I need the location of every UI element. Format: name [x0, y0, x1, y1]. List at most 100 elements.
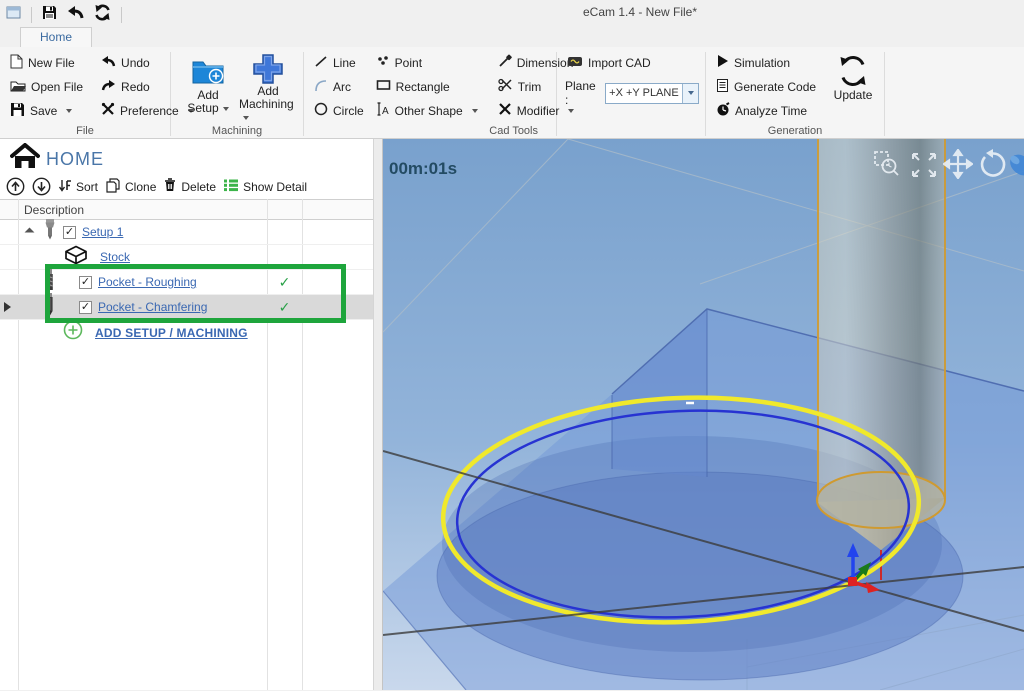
expander-icon[interactable]	[25, 227, 35, 237]
machining-group-label: Machining	[171, 125, 303, 137]
import-cad-label: Import CAD	[588, 56, 651, 70]
endmill-icon	[45, 269, 55, 296]
import-cad-button[interactable]: Import CAD	[565, 52, 699, 73]
simulation-icon	[716, 54, 729, 71]
generate-code-icon	[716, 78, 729, 96]
analyze-time-label: Analyze Time	[735, 104, 807, 118]
plane-select[interactable]: +X +Y PLANE	[605, 83, 699, 104]
sort-button[interactable]: Sort	[58, 178, 98, 196]
zoom-window-icon[interactable]	[872, 149, 902, 184]
update-icon	[837, 53, 869, 89]
stock-link[interactable]: Stock	[100, 250, 130, 264]
window-title: eCam 1.4 - New File*	[583, 5, 697, 19]
panel-splitter[interactable]	[373, 139, 383, 690]
tree-row-pocket-roughing[interactable]: ✓ Pocket - Roughing ✓	[0, 270, 373, 295]
point-label: Point	[395, 56, 422, 70]
plane-select-dropdown-icon[interactable]	[682, 84, 698, 103]
analyze-time-button[interactable]: Analyze Time	[714, 100, 818, 121]
ribbon-group-cad-tools: Line Arc Circle Point	[304, 50, 556, 138]
table-header-row: Description	[0, 199, 373, 220]
home-icon[interactable]	[10, 143, 40, 176]
ribbon-group-generation: Simulation Generate Code Analyze Time Up…	[706, 50, 884, 138]
new-file-button[interactable]: New File	[8, 52, 85, 73]
setup-checkbox[interactable]: ✓	[63, 226, 76, 239]
other-shape-label: Other Shape	[395, 104, 463, 118]
chamfer-tool-icon	[45, 293, 55, 321]
qat-separator-2	[121, 7, 122, 23]
add-setup-machining-link[interactable]: ADD SETUP / MACHINING	[95, 326, 248, 340]
qat-separator	[31, 7, 32, 23]
move-up-button[interactable]	[6, 177, 25, 196]
delete-button[interactable]: Delete	[163, 177, 216, 196]
home-header: HOME	[10, 143, 104, 176]
tree-row-setup[interactable]: ✓ Setup 1	[0, 220, 373, 245]
simulation-button[interactable]: Simulation	[714, 52, 818, 73]
open-file-button[interactable]: Open File	[8, 76, 85, 97]
save-icon[interactable]	[41, 4, 58, 26]
rectangle-button[interactable]: Rectangle	[374, 76, 480, 97]
line-button[interactable]: Line	[312, 52, 366, 73]
setup-link[interactable]: Setup 1	[82, 225, 123, 239]
simulation-label: Simulation	[734, 56, 790, 70]
viewport-3d[interactable]: 00m:01s	[383, 139, 1024, 690]
circle-button[interactable]: Circle	[312, 100, 366, 121]
cad-tools-group-label: Cad Tools	[304, 125, 556, 137]
delete-label: Delete	[181, 180, 216, 194]
svg-text:A: A	[382, 106, 389, 116]
arc-icon	[314, 79, 328, 95]
operations-table: Description ✓ Setup 1	[0, 199, 373, 690]
quick-access-toolbar	[6, 4, 122, 26]
generate-code-label: Generate Code	[734, 80, 816, 94]
pan-icon[interactable]	[943, 149, 973, 184]
tool-holder	[817, 139, 946, 580]
add-machining-button[interactable]: Add Machining	[239, 52, 297, 122]
ribbon-group-file: New File Open File Save Undo	[0, 50, 170, 138]
chamfering-checkbox[interactable]: ✓	[79, 301, 92, 314]
simulation-timer: 00m:01s	[389, 159, 457, 179]
clone-icon	[105, 177, 121, 196]
rectangle-label: Rectangle	[396, 80, 450, 94]
undo-icon	[101, 55, 116, 70]
move-down-button[interactable]	[32, 177, 51, 196]
new-file-icon	[10, 54, 23, 72]
column-header-description[interactable]: Description	[24, 200, 84, 219]
file-group-label: File	[0, 125, 170, 137]
tree-row-add-setup-machining[interactable]: ADD SETUP / MACHINING	[0, 320, 373, 345]
other-shape-caret-icon	[472, 109, 478, 113]
show-detail-button[interactable]: Show Detail	[223, 178, 307, 195]
update-button[interactable]: Update	[828, 52, 878, 122]
refresh-icon[interactable]	[94, 4, 112, 26]
plane-label: Plane :	[565, 79, 601, 107]
analyze-time-icon	[716, 102, 730, 119]
generate-code-button[interactable]: Generate Code	[714, 76, 818, 97]
line-label: Line	[333, 56, 356, 70]
undo-icon[interactable]	[67, 5, 85, 25]
zoom-fit-icon[interactable]	[910, 151, 938, 184]
other-shape-button[interactable]: A Other Shape	[374, 100, 480, 121]
chamfering-link[interactable]: Pocket - Chamfering	[98, 300, 207, 314]
save-caret-icon	[66, 109, 72, 113]
save-button[interactable]: Save	[8, 100, 85, 121]
arc-button[interactable]: Arc	[312, 76, 366, 97]
tab-home[interactable]: Home	[20, 27, 92, 47]
title-bar: eCam 1.4 - New File*	[0, 0, 1024, 27]
tree-row-pocket-chamfering[interactable]: ✓ Pocket - Chamfering ✓	[0, 295, 373, 320]
rotate-view-icon[interactable]	[977, 149, 1009, 186]
show-detail-icon	[223, 178, 239, 195]
sort-icon	[58, 178, 72, 196]
add-setup-button[interactable]: Add Setup	[179, 52, 237, 122]
ribbon: New File Open File Save Undo	[0, 47, 1024, 139]
clone-button[interactable]: Clone	[105, 177, 156, 196]
show-detail-label: Show Detail	[243, 180, 307, 194]
app-window-icon[interactable]	[6, 6, 22, 25]
add-setup-label-2: Setup	[187, 101, 218, 115]
roughing-status-check: ✓	[267, 270, 302, 294]
point-button[interactable]: Point	[374, 52, 480, 73]
stock-cube-icon	[64, 245, 88, 270]
roughing-checkbox[interactable]: ✓	[79, 276, 92, 289]
tree-row-stock[interactable]: Stock	[0, 245, 373, 270]
roughing-link[interactable]: Pocket - Roughing	[98, 275, 197, 289]
ribbon-group-import: Import CAD Plane : +X +Y PLANE	[557, 50, 705, 138]
save-icon	[10, 102, 25, 120]
view-orientation-icon[interactable]	[1007, 152, 1024, 183]
